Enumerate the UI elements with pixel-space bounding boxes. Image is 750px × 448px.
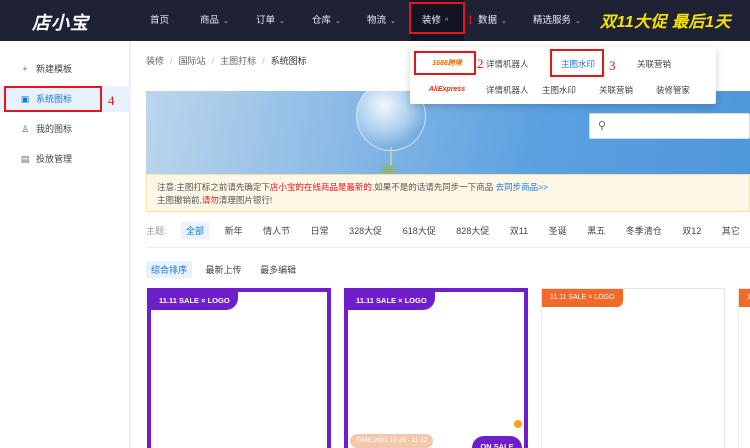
menu-item-detail-robot[interactable]: 详情机器人 <box>486 51 529 77</box>
filter-tag[interactable]: 黑五 <box>582 222 610 239</box>
annotation-box-1 <box>409 2 465 34</box>
sort-comprehensive[interactable]: 综合排序 <box>146 261 193 278</box>
sidebar-item-new-template[interactable]: + 新建模板 <box>0 56 130 82</box>
filter-tag-all[interactable]: 全部 <box>181 222 210 239</box>
nav-item-logistics[interactable]: 物流 ⌄ <box>367 0 396 41</box>
filter-tag[interactable]: 828大促 <box>451 222 494 239</box>
decor-dot <box>514 420 522 428</box>
notice-text: 注意:主图打标之前请先确定下 <box>157 182 270 192</box>
icon-template-card[interactable]: 11.11 SALE × LOGO <box>541 288 725 448</box>
sort-options: 综合排序 最新上传 最多编辑 <box>146 261 307 278</box>
filter-tag[interactable]: 双11 <box>505 222 533 239</box>
search-box: ⚲ <box>589 113 750 139</box>
menu-item-decoration-butler[interactable]: 装修管家 <box>656 77 690 103</box>
notice-line-1: 注意:主图打标之前请先确定下店小宝的在线商品是最新的,如果不是的话请先同步一下商… <box>157 181 739 194</box>
icon-template-card[interactable]: 11.11 <box>738 288 750 448</box>
dropdown-row-aliexpress: AliExpress 详情机器人 主图水印 关联营销 装修管家 <box>410 77 716 103</box>
icon-template-card[interactable]: 11.11 SALE × LOGO TIME:2021.10.28 - 11.1… <box>344 288 528 448</box>
notice-text: 清理图片银行! <box>218 195 273 205</box>
filter-tag[interactable]: 情人节 <box>258 222 295 239</box>
chevron-down-icon: ⌄ <box>501 18 507 25</box>
search-input[interactable] <box>612 117 742 135</box>
filter-tag[interactable]: 日常 <box>306 222 334 239</box>
menu-item-detail-robot[interactable]: 详情机器人 <box>486 77 529 103</box>
chevron-down-icon: ⌄ <box>335 18 341 25</box>
nav-item-label: 物流 <box>367 15 387 26</box>
sidebar-item-my-icons[interactable]: ♙ 我的图标 <box>0 116 130 142</box>
card-ribbon: 11.11 <box>739 289 750 307</box>
nav-item-home[interactable]: 首页 <box>150 0 169 41</box>
filter-tag[interactable]: 328大促 <box>344 222 387 239</box>
annotation-box-3 <box>550 49 604 77</box>
document-icon: ▤ <box>20 154 30 164</box>
notice-text: ,如果不是的话请先同步一下商品 <box>371 182 496 192</box>
nav-item-label: 精选服务 <box>533 15 572 26</box>
filter-tag[interactable]: 冬季清仓 <box>621 222 667 239</box>
sidebar-item-label: 新建模板 <box>36 64 73 74</box>
notice-line-2: 主图撤销前,请勿清理图片银行! <box>157 194 739 207</box>
nav-item-label: 仓库 <box>312 15 332 26</box>
notice-highlight: 店小宝的在线商品是最新的 <box>269 182 372 192</box>
chevron-down-icon: ⌄ <box>279 18 285 25</box>
sync-products-link[interactable]: 去同步商品>> <box>496 182 548 192</box>
divider <box>146 247 750 248</box>
theme-filter: 主题: 全部 新年 情人节 日常 328大促 618大促 828大促 双11 圣… <box>146 222 750 239</box>
nav-item-warehouse[interactable]: 仓库 ⌄ <box>312 0 341 41</box>
menu-item-related-marketing[interactable]: 关联营销 <box>637 51 671 77</box>
nav-item-orders[interactable]: 订单 ⌄ <box>256 0 285 41</box>
filter-tag[interactable]: 其它 <box>717 222 745 239</box>
search-icon[interactable]: ⚲ <box>598 119 606 132</box>
breadcrumb-item[interactable]: 主图打标 <box>220 56 256 66</box>
promo-banner-text[interactable]: 双11大促 最后1天 <box>600 8 731 32</box>
top-navigation-bar: 店小宝 首页 商品 ⌄ 订单 ⌄ 仓库 ⌄ 物流 ⌄ 装修 ^ 数据 ⌄ 精选服务 ⌄ 双11… <box>0 0 750 41</box>
menu-item-main-image-watermark[interactable]: 主图水印 <box>542 77 576 103</box>
nav-item-label: 订单 <box>256 15 276 26</box>
app-logo[interactable]: 店小宝 <box>32 9 89 35</box>
sidebar-item-label: 我的图标 <box>36 124 73 134</box>
sidebar-item-label: 投放管理 <box>36 154 73 164</box>
theme-filter-label: 主题: <box>146 226 167 236</box>
breadcrumb-item[interactable]: 国际站 <box>179 56 206 66</box>
nav-item-data[interactable]: 数据 ⌄ <box>478 0 507 41</box>
breadcrumb: 装修 / 国际站 / 主图打标 / 系统图标 <box>146 56 307 66</box>
notice-box: 注意:主图打标之前请先确定下店小宝的在线商品是最新的,如果不是的话请先同步一下商… <box>146 174 750 212</box>
nav-item-products[interactable]: 商品 ⌄ <box>200 0 229 41</box>
plus-icon: + <box>22 64 28 74</box>
filter-tag[interactable]: 圣诞 <box>544 222 572 239</box>
user-icon: ♙ <box>20 124 30 134</box>
notice-text: 主图撤销前, <box>157 195 202 205</box>
card-ribbon: 11.11 SALE × LOGO <box>151 292 238 310</box>
notice-highlight: 请勿 <box>201 195 219 205</box>
annotation-number: 3 <box>609 58 616 73</box>
icon-template-card[interactable]: 11.11 SALE × LOGO <box>147 288 331 448</box>
annotation-number: 4 <box>108 93 115 108</box>
filter-tag[interactable]: 618大促 <box>398 222 441 239</box>
chevron-down-icon: ⌄ <box>575 18 581 25</box>
annotation-number: 2 <box>477 56 484 71</box>
sort-most-edited[interactable]: 最多编辑 <box>255 261 301 278</box>
card-ribbon: 11.11 SALE × LOGO <box>542 289 623 307</box>
annotation-number: 1 <box>467 12 474 27</box>
nav-item-label: 商品 <box>200 15 220 26</box>
filter-tag[interactable]: 双12 <box>677 222 706 239</box>
nav-item-services[interactable]: 精选服务 ⌄ <box>533 0 581 41</box>
platform-aliexpress-logo[interactable]: AliExpress <box>418 83 476 97</box>
annotation-box-4 <box>4 86 102 112</box>
annotation-box-2 <box>414 51 476 75</box>
on-sale-badge: ON SALE <box>472 436 522 448</box>
chevron-down-icon: ⌄ <box>390 18 396 25</box>
card-time-bar: TIME:2021.10.28 - 11.12 <box>350 434 434 448</box>
card-ribbon: 11.11 SALE × LOGO <box>348 292 435 310</box>
chevron-down-icon: ⌄ <box>223 18 229 25</box>
sidebar-item-delivery-management[interactable]: ▤ 投放管理 <box>0 146 130 172</box>
breadcrumb-current: 系统图标 <box>270 56 307 66</box>
sort-latest[interactable]: 最新上传 <box>201 261 247 278</box>
menu-item-related-marketing[interactable]: 关联营销 <box>599 77 633 103</box>
filter-tag[interactable]: 新年 <box>220 222 248 239</box>
nav-item-label: 数据 <box>478 15 498 26</box>
breadcrumb-item[interactable]: 装修 <box>146 56 164 66</box>
nav-item-label: 首页 <box>150 15 170 26</box>
